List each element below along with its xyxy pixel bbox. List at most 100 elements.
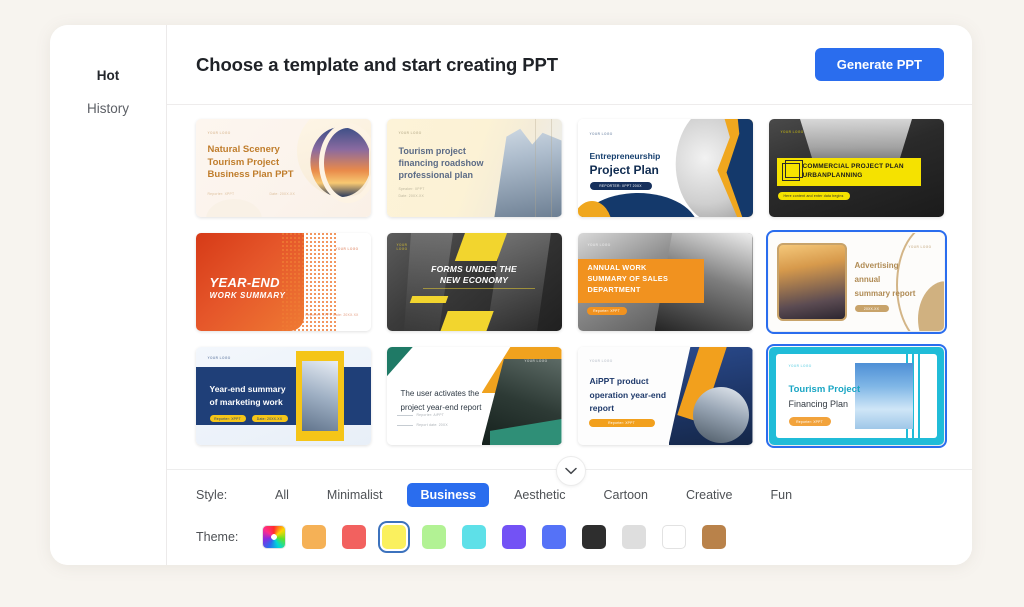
template-meta-left: Speaker: XPPT (398, 187, 425, 191)
theme-swatch-dark[interactable] (582, 525, 606, 549)
template-title-small: Financing Plan (788, 399, 849, 409)
theme-swatch-red[interactable] (342, 525, 366, 549)
template-grid-wrapper: YOUR LOGO Natural Scenery Tourism Projec… (167, 105, 972, 469)
theme-swatch-light-green[interactable] (422, 525, 446, 549)
style-filter-row: Style: All Minimalist Business Aesthetic… (167, 483, 972, 507)
sidebar: Hot History (50, 25, 167, 565)
template-title: Advertising annual summary report (854, 261, 916, 298)
theme-swatch-white[interactable] (662, 525, 686, 549)
template-card-year-end-work-summary[interactable]: YOUR LOGO YEAR-END WORK SUMMARY Reporter… (195, 233, 371, 331)
logo-placeholder: YOUR LOGO (207, 131, 231, 135)
template-thumbnail: YOUR LOGO COMMERCIAL PROJECT PLAN URBANP… (768, 119, 944, 217)
template-title: COMMERCIAL PROJECT PLAN URBANPLANNING (802, 163, 904, 179)
sidebar-item-hot[interactable]: Hot (50, 59, 166, 92)
template-title: Tourism project financing roadshow profe… (398, 146, 484, 180)
template-button: Reporter: XPPT (209, 415, 246, 422)
template-thumbnail: YOUR LOGO Advertising annual summary rep… (768, 233, 944, 331)
template-meta-right: Date: 20XX.XX (398, 194, 424, 198)
theme-swatch-orange[interactable] (302, 525, 326, 549)
template-button: Reporter: XPPT (586, 307, 627, 315)
chevron-down-icon[interactable] (555, 456, 586, 486)
style-chip-aesthetic[interactable]: Aesthetic (501, 483, 578, 507)
theme-swatch-cyan[interactable] (462, 525, 486, 549)
template-button: Reporter: XPPT (588, 419, 655, 427)
template-title-small: WORK SUMMARY (209, 291, 286, 300)
template-title: Year-end summary of marketing work (209, 384, 286, 408)
logo-placeholder: YOUR LOGO (589, 359, 613, 363)
generate-ppt-button[interactable]: Generate PPT (814, 48, 944, 81)
theme-swatch-light-gray[interactable] (622, 525, 646, 549)
decor-stripe (917, 347, 920, 445)
cube-icon-back (784, 160, 803, 178)
header-bar: Choose a template and start creating PPT… (167, 25, 972, 105)
template-title: ANNUAL WORK SUMMARY OF SALES DEPARTMENT (587, 263, 669, 294)
theme-filter-label: Theme: (196, 530, 239, 544)
style-chip-cartoon[interactable]: Cartoon (590, 483, 660, 507)
building-photo (494, 128, 562, 217)
theme-filter-row: Theme: (167, 521, 972, 553)
logo-placeholder: YOUR LOGO (788, 364, 812, 368)
app-window: Hot History Choose a template and start … (50, 25, 972, 565)
template-bullet-2: Report date: 20XX (416, 423, 448, 427)
template-card-forms-under-the-new-economy[interactable]: YOUR LOGO FORMS UNDER THE NEW ECONOMY (386, 233, 562, 331)
logo-placeholder: YOUR LOGO (335, 247, 359, 251)
template-card-entrepreneurship-project-plan[interactable]: YOUR LOGO Entrepreneurship Project Plan … (577, 119, 753, 217)
decor-dash (396, 415, 413, 416)
template-thumbnail: YOUR LOGO Natural Scenery Tourism Projec… (195, 119, 371, 217)
template-thumbnail: YOUR LOGO Year-end summary of marketing … (195, 347, 371, 445)
template-button: Here content and enter data begins (777, 192, 850, 200)
template-button-2: Date: 20XX.XX (251, 415, 288, 422)
template-card-year-end-summary-marketing[interactable]: YOUR LOGO Year-end summary of marketing … (195, 347, 371, 445)
logo-placeholder: YOUR LOGO (587, 243, 611, 247)
leaf-photo (301, 361, 338, 431)
decor-dash-2 (396, 425, 413, 426)
template-card-annual-work-summary-sales[interactable]: YOUR LOGO ANNUAL WORK SUMMARY OF SALES D… (577, 233, 753, 331)
template-card-user-activates-project-year-end-report[interactable]: YOUR LOGO The user activates the project… (386, 347, 562, 445)
style-chip-all[interactable]: All (262, 483, 302, 507)
filter-panel: Style: All Minimalist Business Aesthetic… (167, 456, 972, 565)
logo-placeholder: YOUR LOGO (524, 359, 548, 363)
decor-teal-corner (386, 347, 415, 379)
logo-placeholder: YOUR LOGO (780, 130, 804, 134)
style-chip-fun[interactable]: Fun (758, 483, 806, 507)
template-title: FORMS UNDER THE NEW ECONOMY (431, 264, 517, 286)
template-card-natural-scenery-tourism[interactable]: YOUR LOGO Natural Scenery Tourism Projec… (195, 119, 371, 217)
template-meta-left: Reporter: XPPT (207, 192, 235, 196)
decor-line (534, 119, 536, 217)
theme-swatch-brown[interactable] (702, 525, 726, 549)
template-button: 20XX.XX (854, 305, 889, 312)
crowd-photo (776, 243, 847, 321)
theme-swatch-purple[interactable] (502, 525, 526, 549)
template-card-tourism-financing-roadshow[interactable]: YOUR LOGO Tourism project financing road… (386, 119, 562, 217)
style-chip-business[interactable]: Business (407, 483, 490, 507)
theme-swatch-yellow[interactable] (378, 521, 410, 553)
template-thumbnail: YOUR LOGO The user activates the project… (386, 347, 562, 445)
template-title: Natural Scenery Tourism Project Business… (207, 144, 294, 181)
logo-placeholder: YOUR LOGO (908, 245, 932, 249)
style-chip-minimalist[interactable]: Minimalist (314, 483, 396, 507)
template-card-tourism-project-financing-plan[interactable]: YOUR LOGO Tourism Project Financing Plan… (765, 344, 947, 448)
theme-swatch-blue[interactable] (542, 525, 566, 549)
sidebar-item-history[interactable]: History (50, 92, 166, 125)
logo-placeholder: YOUR LOGO (398, 131, 422, 135)
template-thumbnail: YOUR LOGO AiPPT product operation year-e… (577, 347, 753, 445)
template-card-aippt-product-operation-year-end[interactable]: YOUR LOGO AiPPT product operation year-e… (577, 347, 753, 445)
template-card-advertising-annual-summary-report[interactable]: YOUR LOGO Advertising annual summary rep… (765, 230, 947, 334)
decor-yellow-bottom (437, 311, 494, 331)
decor-line (550, 119, 552, 217)
decor-ring (318, 123, 371, 203)
template-title-large: Tourism Project (788, 384, 861, 395)
logo-placeholder: YOUR LOGO (589, 132, 613, 136)
template-thumbnail: YOUR LOGO YEAR-END WORK SUMMARY Reporter… (195, 233, 371, 331)
template-title-large: Project Plan (589, 163, 659, 177)
logo-placeholder: YOUR LOGO (396, 243, 408, 252)
template-thumbnail: YOUR LOGO FORMS UNDER THE NEW ECONOMY (386, 233, 562, 331)
theme-swatch-color-wheel[interactable] (262, 525, 286, 549)
template-thumbnail: YOUR LOGO Tourism project financing road… (386, 119, 562, 217)
sidebar-item-label: Hot (96, 68, 120, 83)
style-chip-creative[interactable]: Creative (673, 483, 746, 507)
sidebar-item-label: History (86, 101, 129, 116)
template-card-commercial-project-plan-urbanplanning[interactable]: YOUR LOGO COMMERCIAL PROJECT PLAN URBANP… (768, 119, 944, 217)
mountain-photo (854, 363, 913, 429)
template-thumbnail: YOUR LOGO ANNUAL WORK SUMMARY OF SALES D… (577, 233, 753, 331)
